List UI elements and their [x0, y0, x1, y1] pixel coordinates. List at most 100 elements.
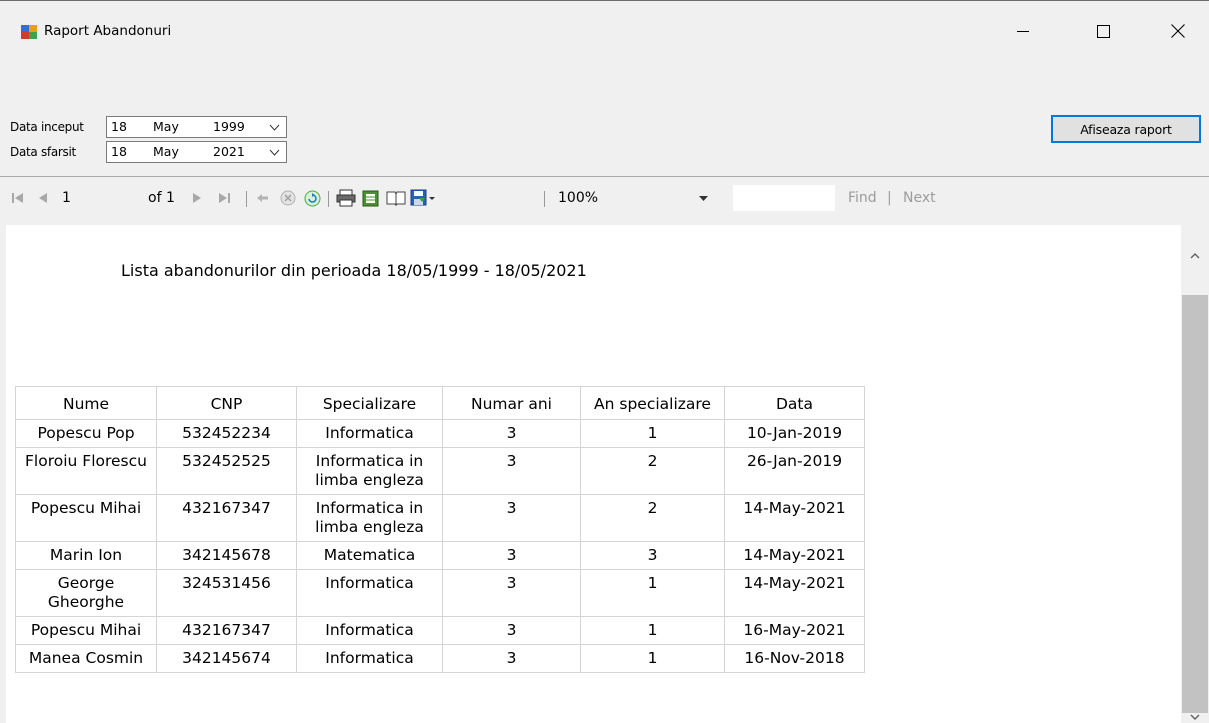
print-layout-icon [362, 190, 379, 206]
column-header: Specializare [296, 386, 443, 420]
start-day[interactable]: 18 [111, 119, 127, 134]
stop-icon [280, 190, 296, 206]
end-date-picker[interactable]: 18 May 2021 [106, 141, 287, 163]
refresh-button[interactable] [304, 187, 321, 209]
start-month[interactable]: May [153, 119, 179, 134]
app-icon [21, 25, 37, 39]
table-cell: Informatica in limba engleza [296, 447, 443, 495]
table-cell: George Gheorghe [15, 569, 157, 617]
find-next-button[interactable]: Next [903, 187, 936, 209]
save-disk-icon [410, 189, 435, 206]
table-cell: 1 [580, 644, 725, 673]
table-cell: 3 [442, 541, 581, 570]
end-year[interactable]: 2021 [213, 144, 245, 159]
start-date-picker[interactable]: 18 May 1999 [106, 116, 287, 138]
end-day[interactable]: 18 [111, 144, 127, 159]
page-setup-button[interactable] [386, 187, 406, 209]
table-row: Popescu Pop 532452234 Informatica 3 1 10… [15, 419, 865, 448]
end-date-label: Data sfarsit [10, 145, 76, 159]
end-month[interactable]: May [153, 144, 179, 159]
table-cell: 16-Nov-2018 [724, 644, 865, 673]
report-table: Nume CNP Specializare Numar ani An speci… [15, 386, 865, 673]
chevron-down-icon[interactable] [269, 147, 280, 158]
find-button[interactable]: Find [848, 187, 877, 209]
first-page-button[interactable] [12, 187, 24, 209]
report-viewer: 1 of 1 100% Find | Next Lista abandonuri… [0, 176, 1209, 723]
export-button[interactable] [410, 187, 436, 209]
zoom-select[interactable]: 100% [558, 187, 598, 209]
vertical-scrollbar[interactable] [1181, 225, 1209, 723]
minimize-icon [1017, 31, 1029, 32]
table-cell: 2 [580, 447, 725, 495]
table-cell: 342145674 [156, 644, 297, 673]
table-cell: 3 [580, 541, 725, 570]
close-button[interactable] [1155, 11, 1201, 51]
table-cell: 432167347 [156, 616, 297, 645]
table-cell: Informatica [296, 419, 443, 448]
table-cell: 3 [442, 494, 581, 542]
scroll-up-icon[interactable] [1190, 252, 1200, 259]
previous-page-button[interactable] [38, 187, 48, 209]
page-setup-icon [386, 191, 406, 206]
table-cell: 14-May-2021 [724, 541, 865, 570]
column-header: CNP [156, 386, 297, 420]
show-report-button[interactable]: Afiseaza raport [1051, 115, 1201, 143]
table-cell: Informatica [296, 616, 443, 645]
table-cell: Marin Ion [15, 541, 157, 570]
table-cell: Informatica in limba engleza [296, 494, 443, 542]
start-date-label: Data inceput [10, 120, 84, 134]
back-button[interactable] [256, 187, 270, 209]
last-page-button[interactable] [218, 187, 230, 209]
next-page-icon [193, 193, 201, 203]
table-cell: Informatica [296, 569, 443, 617]
table-cell: 2 [580, 494, 725, 542]
start-year[interactable]: 1999 [213, 119, 245, 134]
table-cell: Popescu Mihai [15, 494, 157, 542]
find-input[interactable] [733, 185, 835, 211]
refresh-icon [304, 190, 321, 206]
next-page-button[interactable] [192, 187, 202, 209]
column-header: Numar ani [442, 386, 581, 420]
report-title: Lista abandonurilor din perioada 18/05/1… [121, 261, 587, 280]
scrollbar-thumb[interactable] [1182, 295, 1208, 713]
print-layout-button[interactable] [362, 187, 379, 209]
stop-button[interactable] [280, 187, 296, 209]
page-count: of 1 [148, 190, 175, 206]
report-toolbar: 1 of 1 100% Find | Next [0, 177, 1209, 225]
scroll-down-icon[interactable] [1190, 714, 1200, 721]
table-cell: 532452525 [156, 447, 297, 495]
table-cell: 1 [580, 419, 725, 448]
report-canvas: Lista abandonurilor din perioada 18/05/1… [6, 225, 1181, 723]
maximize-icon [1096, 24, 1110, 38]
close-icon [1171, 24, 1185, 38]
table-row: George Gheorghe 324531456 Informatica 3 … [15, 569, 865, 617]
table-header-row: Nume CNP Specializare Numar ani An speci… [15, 386, 865, 420]
table-cell: 1 [580, 569, 725, 617]
printer-icon [336, 189, 356, 207]
table-row: Marin Ion 342145678 Matematica 3 3 14-Ma… [15, 541, 865, 570]
table-cell: 324531456 [156, 569, 297, 617]
print-button[interactable] [336, 187, 356, 209]
first-page-icon [12, 193, 23, 203]
table-cell: 16-May-2021 [724, 616, 865, 645]
table-row: Manea Cosmin 342145674 Informatica 3 1 1… [15, 644, 865, 673]
table-cell: 3 [442, 616, 581, 645]
table-cell: 14-May-2021 [724, 569, 865, 617]
table-cell: 3 [442, 447, 581, 495]
table-cell: 3 [442, 419, 581, 448]
table-cell: 342145678 [156, 541, 297, 570]
table-row: Popescu Mihai 432167347 Informatica 3 1 … [15, 616, 865, 645]
maximize-button[interactable] [1080, 11, 1126, 51]
column-header: An specializare [580, 386, 725, 420]
current-page-input[interactable]: 1 [62, 187, 71, 209]
window-title: Raport Abandonuri [44, 23, 172, 39]
previous-page-icon [39, 193, 47, 203]
table-row: Popescu Mihai 432167347 Informatica in l… [15, 494, 865, 542]
table-cell: Manea Cosmin [15, 644, 157, 673]
table-cell: 532452234 [156, 419, 297, 448]
minimize-button[interactable] [1000, 11, 1046, 51]
table-cell: Popescu Pop [15, 419, 157, 448]
zoom-dropdown-icon[interactable] [699, 196, 708, 202]
chevron-down-icon[interactable] [269, 122, 280, 133]
last-page-icon [219, 193, 230, 203]
